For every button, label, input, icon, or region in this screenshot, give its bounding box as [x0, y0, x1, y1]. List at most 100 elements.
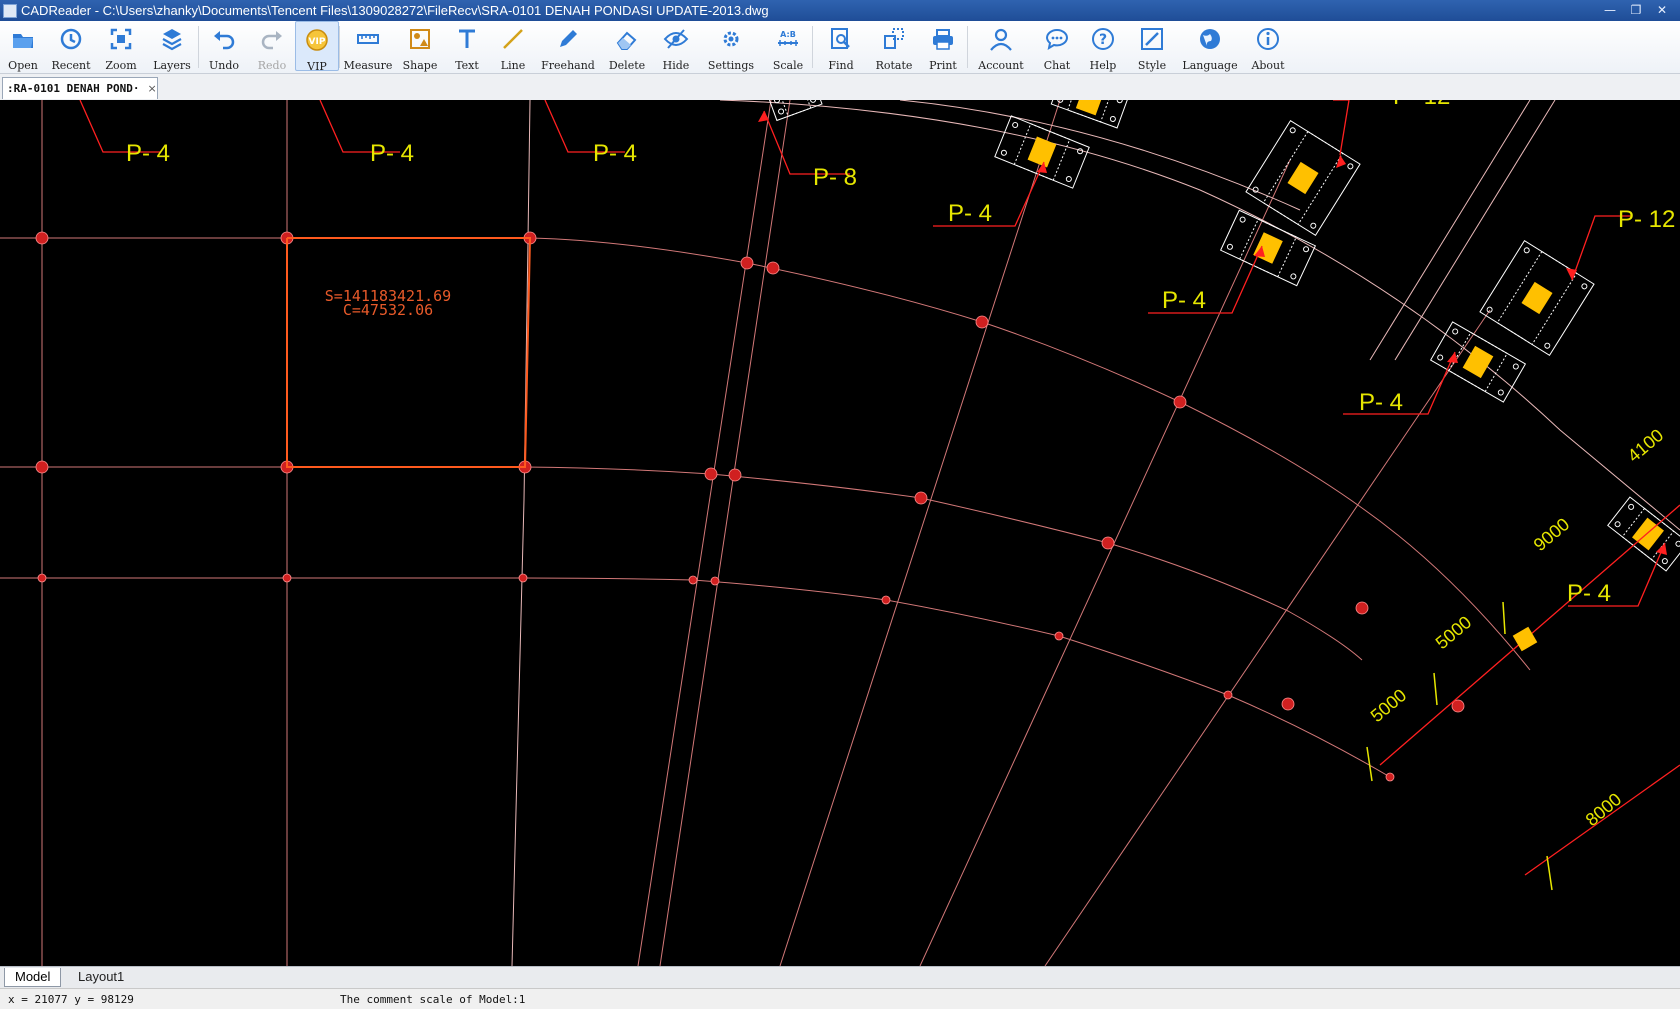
measure-label: Measure	[343, 59, 393, 72]
grid-line	[511, 100, 531, 966]
document-tab-bar: :RA-0101 DENAH POND· ×	[0, 74, 1680, 101]
minimize-icon[interactable]: —	[1598, 2, 1622, 18]
document-tab[interactable]: :RA-0101 DENAH POND· ×	[2, 77, 158, 99]
settings-label: Settings	[707, 59, 755, 72]
measure-button[interactable]: Measure	[340, 21, 396, 72]
open-button[interactable]: Open	[0, 21, 46, 72]
column-label: P- 4	[126, 140, 170, 167]
app-logo-icon	[3, 3, 17, 18]
grid-node	[35, 231, 49, 245]
column-label: P- 12	[1618, 206, 1675, 233]
layers-button[interactable]: Layers	[146, 21, 198, 72]
delete-button[interactable]: Delete	[600, 21, 654, 72]
leader-arrow	[1336, 155, 1346, 168]
tab-model[interactable]: Model	[4, 968, 62, 987]
zoom-button[interactable]: Zoom	[96, 21, 146, 72]
hide-button[interactable]: Hide	[654, 21, 698, 72]
grid-line	[779, 100, 1061, 966]
dimension-tick	[1546, 855, 1553, 891]
svg-text:?: ?	[1099, 32, 1107, 48]
about-button[interactable]: About	[1242, 21, 1294, 72]
grid-node	[1223, 690, 1233, 700]
footing-symbol	[994, 115, 1090, 189]
style-label: Style	[1137, 59, 1167, 72]
close-icon[interactable]: ✕	[1650, 2, 1674, 18]
find-label: Find	[828, 59, 854, 72]
language-button[interactable]: Language	[1178, 21, 1242, 72]
dimension-tick	[1433, 672, 1438, 706]
grid-line	[659, 100, 791, 966]
grid-node	[35, 460, 49, 474]
style-icon	[1139, 26, 1165, 56]
measure-rectangle[interactable]	[286, 237, 532, 468]
rotate-button[interactable]: Rotate	[869, 21, 919, 72]
layers-icon	[159, 26, 185, 56]
tab-close-icon[interactable]: ×	[147, 82, 156, 95]
settings-button[interactable]: Settings	[698, 21, 764, 72]
window-title: CADReader - C:\Users\zhanky\Documents\Te…	[21, 3, 769, 18]
find-icon	[828, 26, 854, 56]
column-label: P- 4	[593, 140, 637, 167]
layers-label: Layers	[153, 59, 191, 72]
redo-button[interactable]: Redo	[249, 21, 295, 72]
help-button[interactable]: ? Help	[1080, 21, 1126, 72]
layout-tab-bar: Model Layout1	[0, 966, 1680, 989]
grid-node	[1173, 395, 1187, 409]
printer-icon	[930, 26, 956, 56]
main-toolbar: Open Recent Zoom Layers Undo Redo VIP VIP Measur…	[0, 21, 1680, 74]
dimension-text: 4100	[1624, 425, 1668, 466]
scale-label: Scale	[772, 59, 804, 72]
grid-node	[740, 256, 754, 270]
scale-button[interactable]: A:B Scale	[764, 21, 812, 72]
shape-button[interactable]: Shape	[396, 21, 444, 72]
help-label: Help	[1089, 59, 1117, 72]
dimension-text: 5000	[1367, 685, 1411, 726]
column-label: P- 4	[1162, 287, 1206, 314]
leader-arrow	[1566, 268, 1577, 280]
column-label: P- 12	[1393, 100, 1450, 110]
footing-symbol	[1607, 496, 1680, 572]
text-button[interactable]: Text	[444, 21, 490, 72]
recent-button[interactable]: Recent	[46, 21, 96, 72]
tab-layout1[interactable]: Layout1	[68, 968, 134, 986]
grid-node	[728, 468, 742, 482]
folder-icon	[10, 26, 36, 56]
column-label: P- 8	[813, 164, 857, 191]
freehand-button[interactable]: Freehand	[536, 21, 600, 72]
undo-button[interactable]: Undo	[199, 21, 249, 72]
vip-button[interactable]: VIP VIP	[295, 21, 339, 73]
grid-line	[637, 100, 772, 966]
line-button[interactable]: Line	[490, 21, 536, 72]
grid-node	[688, 575, 698, 585]
grid-node	[37, 573, 47, 583]
grid-node	[1281, 697, 1295, 711]
drawing-canvas[interactable]: S=141183421.69 C=47532.06 P- 4 P- 4 P- 4…	[0, 100, 1680, 966]
perimeter-readout: C=47532.06	[343, 301, 433, 319]
chat-button[interactable]: Chat	[1034, 21, 1080, 72]
redo-label: Redo	[257, 59, 287, 72]
cursor-coordinates: x = 21077 y = 98129	[8, 993, 134, 1006]
account-button[interactable]: Account	[968, 21, 1034, 72]
grid-line	[1394, 100, 1556, 361]
style-button[interactable]: Style	[1126, 21, 1178, 72]
grid-arc	[0, 577, 1391, 778]
zoom-extents-icon	[108, 26, 134, 56]
delete-label: Delete	[608, 59, 646, 72]
grid-node	[1054, 631, 1064, 641]
shapes-icon	[407, 26, 433, 56]
find-button[interactable]: Find	[813, 21, 869, 72]
maximize-icon[interactable]: ❐	[1624, 2, 1648, 18]
column-label: P- 4	[1567, 580, 1611, 607]
grid-node	[518, 573, 528, 583]
recent-label: Recent	[51, 59, 91, 72]
grid-node	[1385, 772, 1395, 782]
status-bar: x = 21077 y = 98129 The comment scale of…	[0, 988, 1680, 1009]
print-button[interactable]: Print	[919, 21, 967, 72]
open-label: Open	[8, 59, 38, 72]
grid-node	[710, 576, 720, 586]
vip-label: VIP	[307, 60, 327, 73]
shape-label: Shape	[402, 59, 438, 72]
svg-text:VIP: VIP	[309, 37, 326, 47]
grid-node	[975, 315, 989, 329]
grid-node	[766, 261, 780, 275]
